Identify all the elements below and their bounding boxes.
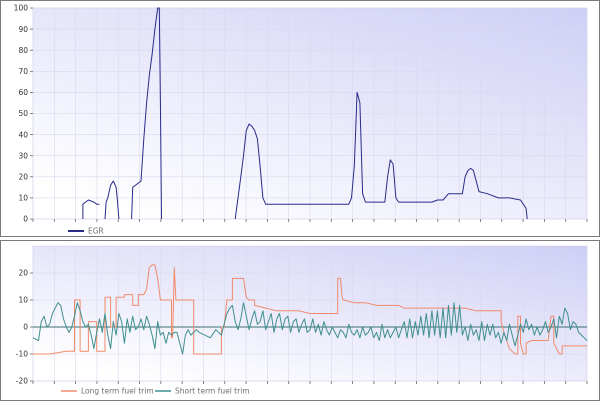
legend-label-long-term-fuel-trim: Long term fuel trim bbox=[81, 387, 154, 396]
y-tick-label: -10 bbox=[16, 350, 28, 359]
y-tick-label: 20 bbox=[18, 269, 28, 278]
y-tick-label: 0 bbox=[23, 215, 28, 224]
legend-label-egr: EGR bbox=[88, 227, 104, 236]
y-tick-label: 10 bbox=[18, 194, 28, 203]
y-tick-label: 50 bbox=[18, 109, 28, 118]
y-tick-label: -20 bbox=[16, 377, 28, 386]
y-tick-label: 80 bbox=[18, 46, 28, 55]
y-tick-label: 60 bbox=[18, 88, 28, 97]
egr-chart-panel: 0 10 20 30 40 50 60 70 80 90 100 EGR bbox=[0, 0, 600, 237]
fuel-trim-chart-panel: -20 -10 0 10 20 Long term fuel trim Short te… bbox=[0, 240, 600, 401]
y-tick-label: 70 bbox=[18, 67, 28, 76]
y-tick-label: 100 bbox=[14, 4, 29, 13]
y-tick-label: 0 bbox=[23, 323, 28, 332]
y-tick-label: 90 bbox=[18, 25, 28, 34]
y-tick-label: 20 bbox=[18, 173, 28, 182]
legend-label-short-term-fuel-trim: Short term fuel trim bbox=[175, 387, 250, 396]
y-tick-label: 30 bbox=[18, 151, 28, 160]
y-tick-label: 40 bbox=[18, 130, 28, 139]
chart-stage: 0 10 20 30 40 50 60 70 80 90 100 EGR -20 -10 0 10 20 L… bbox=[0, 0, 600, 401]
y-tick-label: 10 bbox=[18, 296, 28, 305]
